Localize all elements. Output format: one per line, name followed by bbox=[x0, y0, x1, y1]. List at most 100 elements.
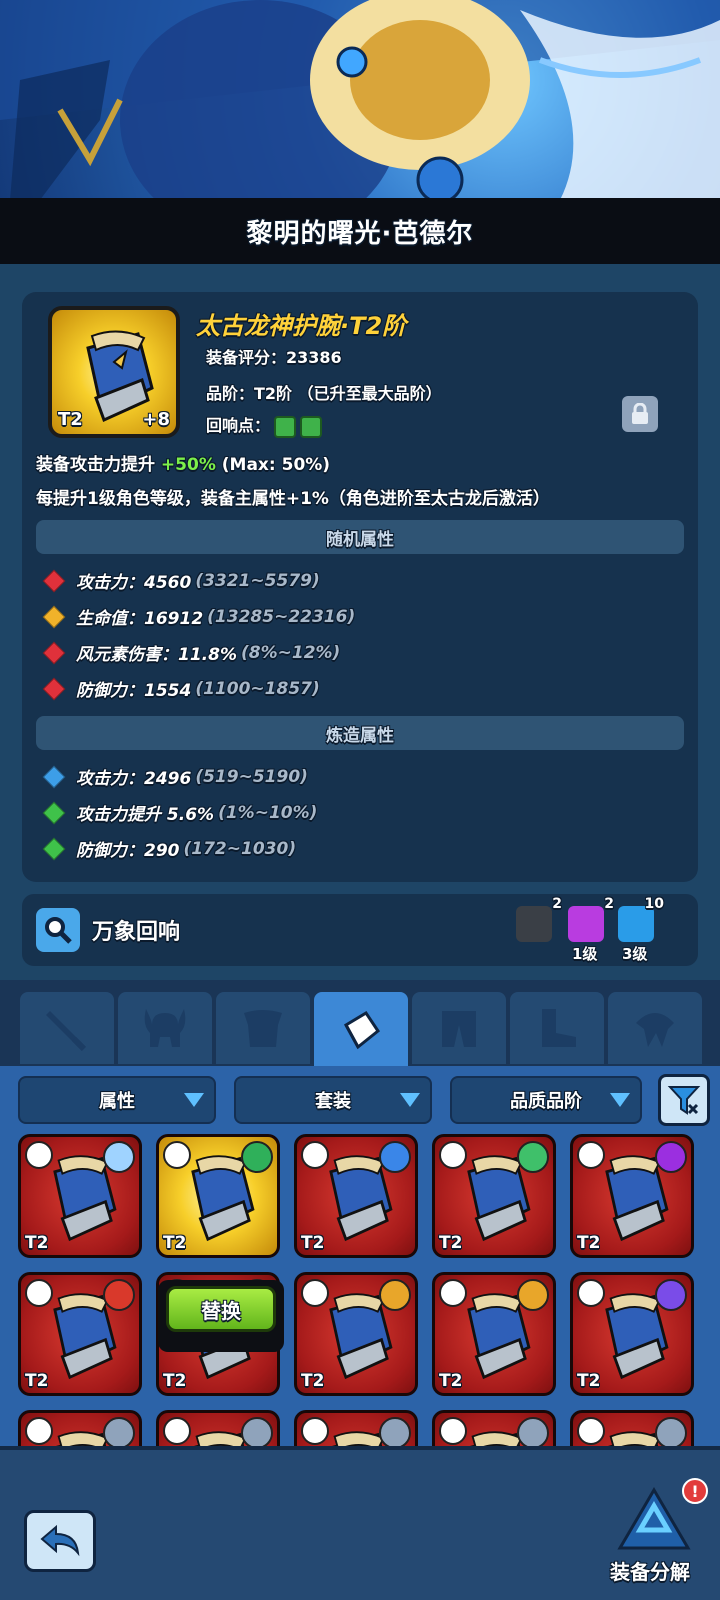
echo-bar: 万象回响 2 2 1级 10 3级 bbox=[22, 894, 698, 966]
replace-button[interactable]: 替换 bbox=[166, 1286, 276, 1332]
element-affinity-icon bbox=[103, 1279, 135, 1311]
slot-tier-label: T2 bbox=[25, 1371, 49, 1391]
tab-accessory[interactable] bbox=[608, 992, 702, 1064]
forge-attributes-header: 炼造属性 bbox=[36, 716, 684, 750]
attribute-range: (172~1030) bbox=[183, 838, 297, 859]
slot-tier-label: T2 bbox=[439, 1371, 463, 1391]
equipment-slot[interactable]: T2 bbox=[294, 1410, 418, 1446]
echo-gem-icon bbox=[300, 415, 323, 438]
echo-label: 万象回响 bbox=[92, 920, 181, 945]
equipment-effect-1: 装备攻击力提升 +50% (Max: 50%) bbox=[36, 450, 330, 475]
random-attribute-row: 风元素伤害：11.8% (8%~12%) bbox=[42, 640, 340, 665]
attribute-filter-dropdown[interactable]: 属性 bbox=[18, 1076, 216, 1124]
set-type-icon bbox=[439, 1417, 467, 1445]
hero-artwork bbox=[0, 0, 720, 200]
tab-helmet[interactable] bbox=[118, 992, 212, 1064]
salvage-label: 装备分解 bbox=[610, 1560, 690, 1584]
random-attribute-row: 攻击力：4560 (3321~5579) bbox=[42, 568, 320, 593]
element-affinity-icon bbox=[379, 1141, 411, 1173]
set-filter-dropdown[interactable]: 套装 bbox=[234, 1076, 432, 1124]
tab-armor[interactable] bbox=[216, 992, 310, 1064]
equipment-slot[interactable]: T2 bbox=[570, 1410, 694, 1446]
effect-label: 装备攻击力提升 bbox=[36, 455, 161, 475]
element-affinity-icon bbox=[241, 1417, 273, 1446]
equipment-slot[interactable]: T2 bbox=[432, 1410, 556, 1446]
equipment-slot[interactable]: T2 bbox=[18, 1272, 142, 1396]
echo-gem-slot[interactable]: 2 1级 bbox=[568, 896, 614, 963]
slot-tier-label: T2 bbox=[301, 1233, 325, 1253]
chevron-down-icon bbox=[184, 1093, 204, 1107]
echo-gem-slot[interactable]: 2 bbox=[516, 896, 562, 942]
echo-points-label: 回响点： bbox=[206, 416, 271, 435]
attribute-range: (8%~12%) bbox=[240, 642, 341, 663]
notification-badge: ! bbox=[682, 1478, 708, 1504]
tab-weapon[interactable] bbox=[20, 992, 114, 1064]
slot-tier-label: T2 bbox=[577, 1371, 601, 1391]
sword-icon bbox=[46, 1011, 87, 1052]
set-type-icon bbox=[577, 1417, 605, 1445]
hero-title: 黎明的曙光·芭德尔 bbox=[246, 218, 474, 249]
equipment-slot[interactable]: T2 bbox=[18, 1410, 142, 1446]
attribute-range: (519~5190) bbox=[195, 766, 308, 787]
element-affinity-icon bbox=[379, 1279, 411, 1311]
element-affinity-icon bbox=[379, 1417, 411, 1446]
set-type-icon bbox=[163, 1417, 191, 1445]
attribute-range: (3321~5579) bbox=[195, 570, 320, 591]
effect-value: +50% bbox=[160, 455, 216, 475]
tab-pants[interactable] bbox=[412, 992, 506, 1064]
quality-filter-dropdown[interactable]: 品质品阶 bbox=[450, 1076, 642, 1124]
effect-max: (Max: 50%) bbox=[215, 455, 331, 475]
echo-search-button[interactable] bbox=[36, 908, 80, 952]
element-affinity-icon bbox=[517, 1417, 549, 1446]
forge-attribute-row: 防御力：290 (172~1030) bbox=[42, 836, 296, 861]
echo-gem-icon bbox=[274, 415, 297, 438]
equipment-list-area: 属性 套装 品质品阶 T2 T2 T2 T2 T2 T2 T2 T2 T2 T2 T2 T2 T2 T2 T… bbox=[0, 1066, 720, 1446]
back-arrow-icon bbox=[40, 1524, 80, 1557]
element-affinity-icon bbox=[517, 1141, 549, 1173]
element-affinity-icon bbox=[655, 1279, 687, 1311]
equipment-name: 太古龙神护腕·T2阶 bbox=[196, 312, 407, 340]
equipment-slot[interactable]: T2 bbox=[18, 1134, 142, 1258]
equipment-score: 装备评分：23386 bbox=[206, 348, 342, 367]
equipment-slot[interactable]: T2 bbox=[432, 1134, 556, 1258]
filter-clear-button[interactable] bbox=[658, 1074, 710, 1126]
equipment-slot[interactable]: T2 bbox=[156, 1410, 280, 1446]
attribute-value: 生命值：16912 bbox=[76, 609, 204, 629]
equipment-tier-badge: T2 bbox=[58, 409, 83, 430]
equipment-slot[interactable]: T2 bbox=[570, 1134, 694, 1258]
equipment-icon: T2 +8 bbox=[48, 306, 180, 438]
echo-gem-level: 1级 bbox=[572, 945, 598, 963]
set-type-icon bbox=[25, 1279, 53, 1307]
replace-popup: 替换 bbox=[158, 1280, 284, 1352]
set-type-icon bbox=[301, 1417, 329, 1445]
set-filter-label: 套装 bbox=[315, 1091, 351, 1112]
element-affinity-icon bbox=[655, 1417, 687, 1446]
attribute-range: (1%~10%) bbox=[218, 802, 318, 823]
equipment-slot[interactable]: T2 bbox=[294, 1134, 418, 1258]
equipment-effect-2: 每提升1级角色等级，装备主属性+1%（角色进阶至太古龙后激活） bbox=[36, 489, 550, 509]
attribute-gem-icon bbox=[42, 605, 66, 628]
equipment-echo-points: 回响点： bbox=[206, 412, 323, 438]
chevron-down-icon bbox=[610, 1093, 630, 1107]
forge-attribute-row: 攻击力提升 5.6% (1%~10%) bbox=[42, 800, 317, 825]
armor-icon bbox=[244, 1010, 282, 1047]
echo-gem-count: 2 bbox=[604, 896, 614, 912]
equipment-slot[interactable]: T2 bbox=[570, 1272, 694, 1396]
attribute-gem-icon bbox=[42, 801, 66, 824]
tab-bracer[interactable] bbox=[314, 992, 408, 1068]
equipment-category-tabs bbox=[0, 980, 720, 1068]
lock-button[interactable] bbox=[622, 396, 658, 432]
back-button[interactable] bbox=[24, 1510, 96, 1572]
set-type-icon bbox=[301, 1141, 329, 1169]
attribute-gem-icon bbox=[42, 765, 66, 788]
attribute-gem-icon bbox=[42, 677, 66, 700]
attribute-value: 风元素伤害：11.8% bbox=[76, 645, 237, 665]
set-type-icon bbox=[577, 1141, 605, 1169]
equipment-slot[interactable]: T2 bbox=[294, 1272, 418, 1396]
accessory-icon bbox=[636, 1013, 674, 1047]
tab-boots[interactable] bbox=[510, 992, 604, 1064]
equipment-slot-selected[interactable]: T2 bbox=[156, 1134, 280, 1258]
equipment-slot[interactable]: T2 bbox=[432, 1272, 556, 1396]
helmet-icon bbox=[144, 1009, 186, 1047]
echo-gem-slot[interactable]: 10 3级 bbox=[618, 896, 664, 963]
